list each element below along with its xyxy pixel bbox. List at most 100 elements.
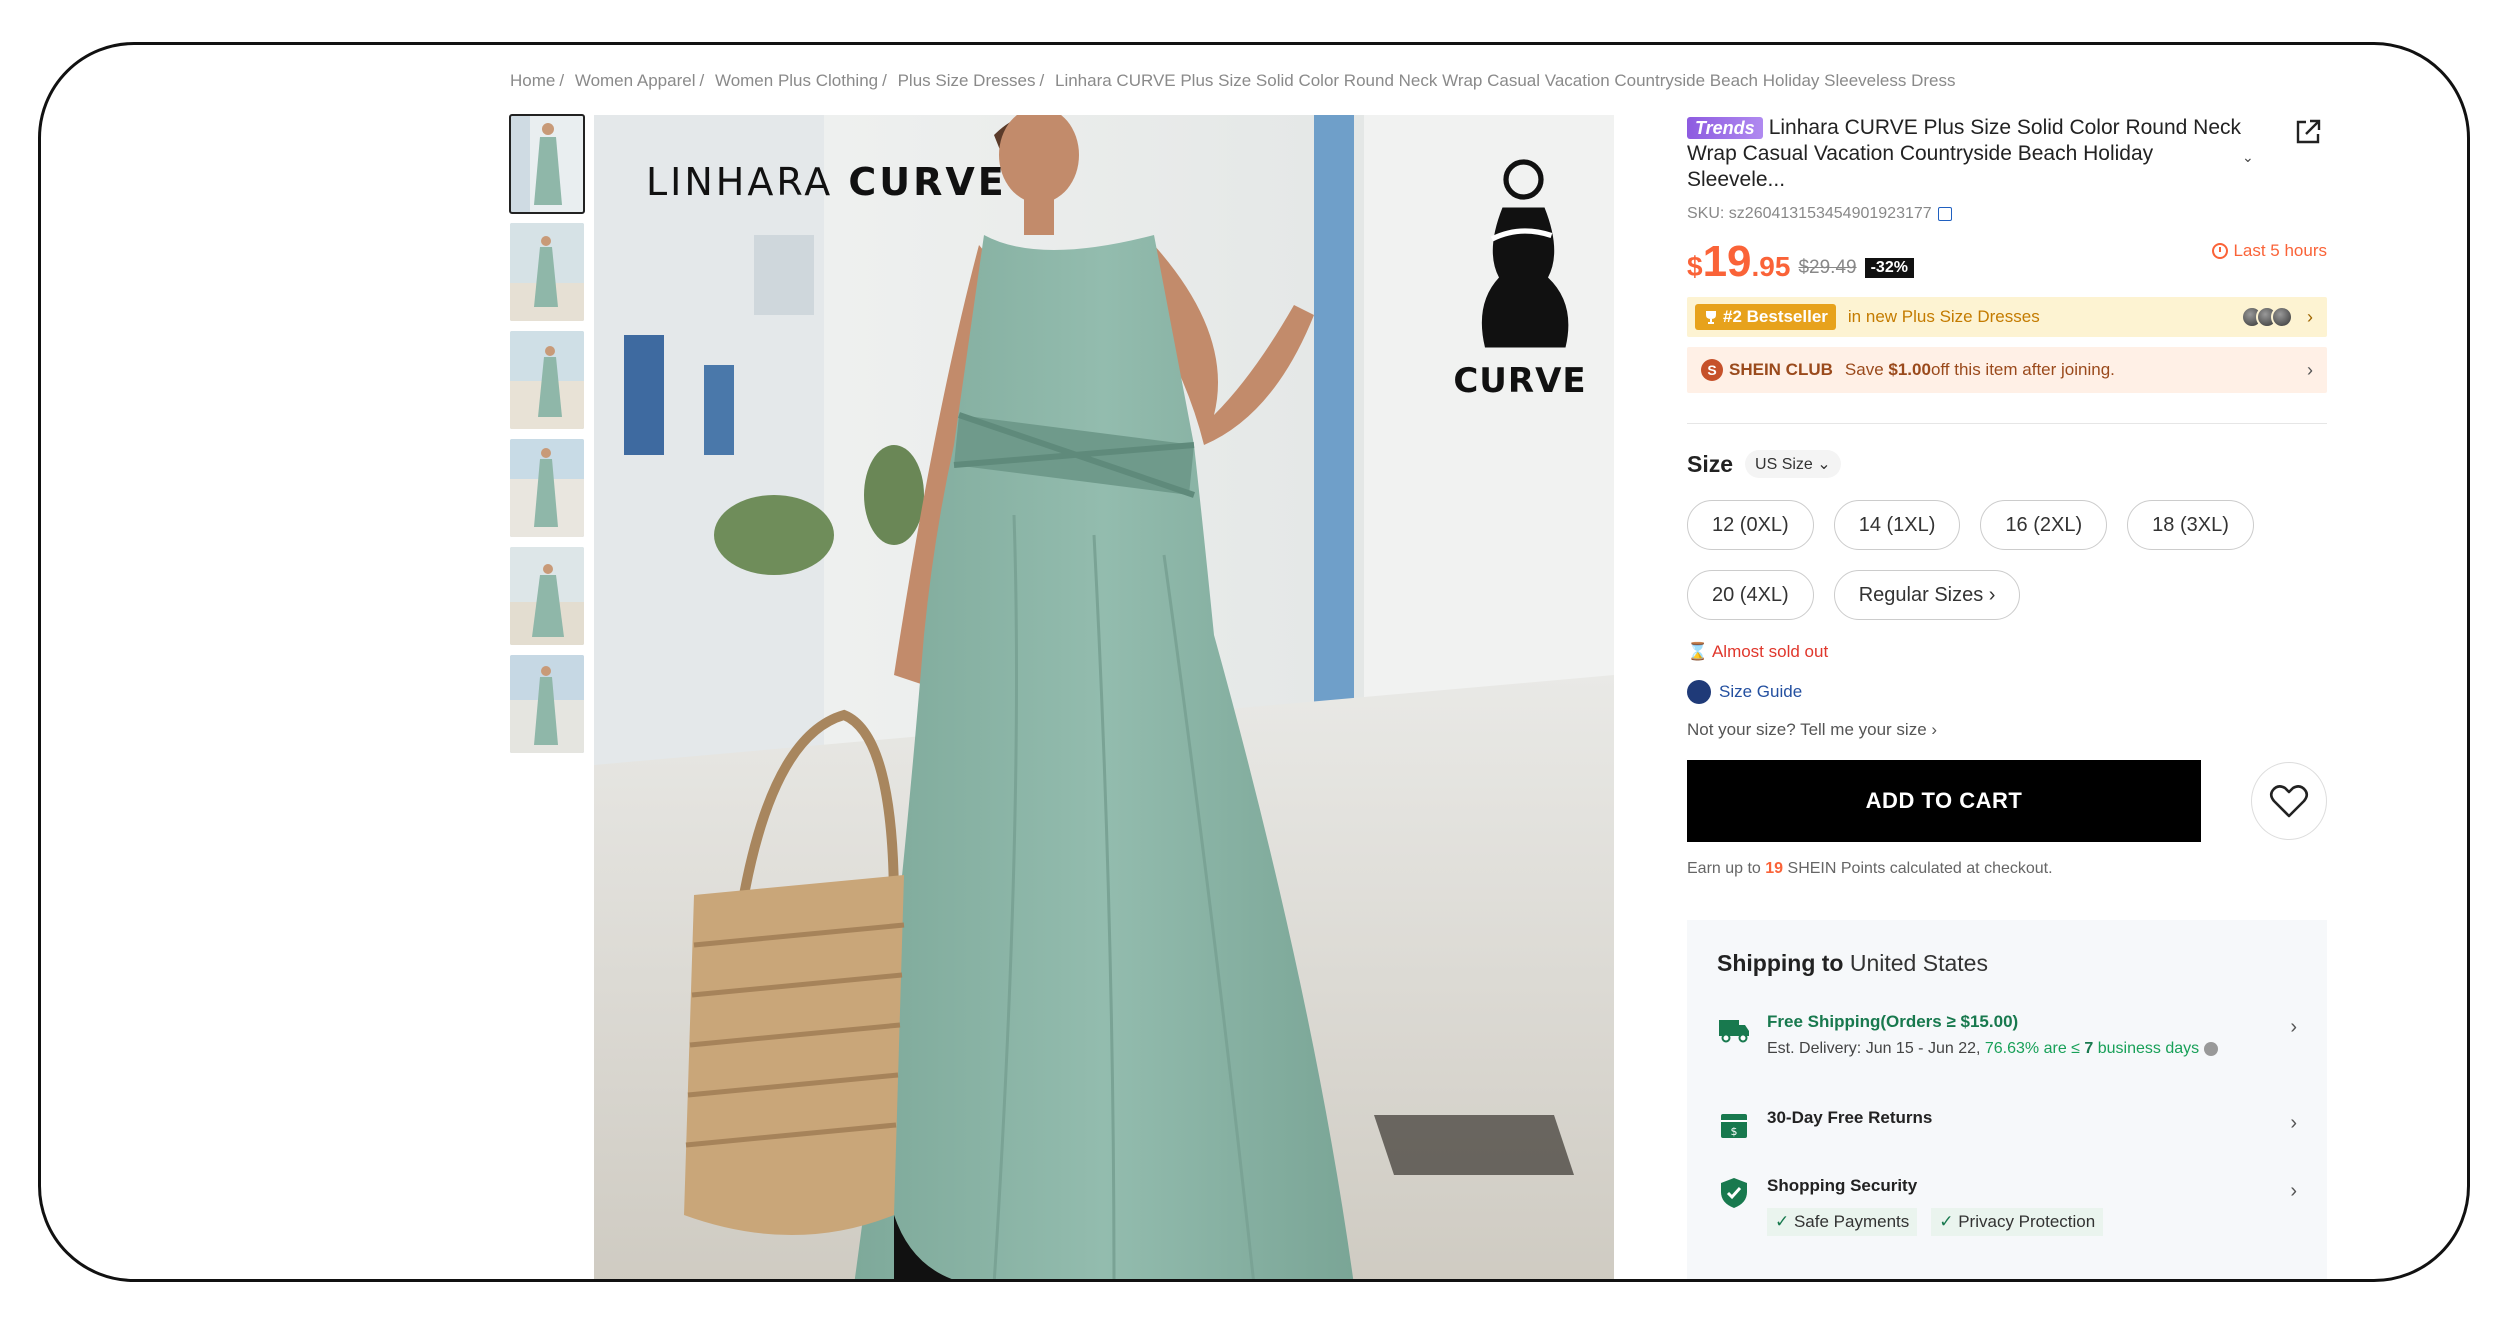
size-guide-icon xyxy=(1687,680,1711,704)
shopping-security-text: Shopping Security xyxy=(1767,1176,1918,1195)
returns-icon: $ xyxy=(1721,1114,1747,1138)
thumbnail-1[interactable] xyxy=(509,114,585,214)
size-guide-text: Size Guide xyxy=(1719,682,1803,701)
breadcrumb-home[interactable]: Home xyxy=(510,71,555,90)
curve-silhouette-icon xyxy=(1481,159,1569,348)
chevron-right-icon: › xyxy=(2307,359,2313,380)
thumbnail-2[interactable] xyxy=(510,223,584,321)
size-option-12[interactable]: 12 (0XL) xyxy=(1687,500,1814,550)
security-checks: Safe Payments Privacy Protection xyxy=(1767,1208,2104,1236)
shipping-title-bold: Shipping to xyxy=(1717,950,1844,976)
price-row: $19.95 $29.49 -32% Last 5 hours xyxy=(1687,237,2327,286)
chevron-right-icon: › xyxy=(2290,1180,2297,1202)
size-guide-link[interactable]: Size Guide xyxy=(1687,680,2327,704)
bestseller-banner[interactable]: #2 Bestseller in new Plus Size Dresses › xyxy=(1687,297,2327,337)
delivery-percent: 76.63% are ≤ xyxy=(1984,1040,2085,1057)
shopping-security-row[interactable]: Shopping Security Safe Payments Privacy … xyxy=(1717,1176,2297,1236)
expand-title-icon[interactable]: ⌄ xyxy=(2242,149,2254,166)
product-title: Trends Linhara CURVE Plus Size Solid Colo… xyxy=(1687,115,2257,193)
breadcrumb-women-apparel[interactable]: Women Apparel xyxy=(575,71,696,90)
size-options: 12 (0XL) 14 (1XL) 16 (2XL) 18 (3XL) 20 (… xyxy=(1687,500,2327,620)
product-title-row: Trends Linhara CURVE Plus Size Solid Colo… xyxy=(1687,115,2327,193)
breadcrumb-current: Linhara CURVE Plus Size Solid Color Roun… xyxy=(1054,71,1956,90)
trophy-icon xyxy=(1706,311,1716,324)
cart-row: ADD TO CART xyxy=(1687,760,2327,842)
browser-frame: Home / Women Apparel / Women Plus Clothing… xyxy=(38,42,2470,1282)
bestseller-category: in new Plus Size Dresses xyxy=(1847,307,2040,326)
size-option-16[interactable]: 16 (2XL) xyxy=(1980,500,2108,550)
thumbnail-5[interactable] xyxy=(510,547,584,645)
brand-name-bold: CURVE xyxy=(848,160,1007,204)
size-option-18[interactable]: 18 (3XL) xyxy=(2127,500,2254,550)
delivery-estimate: Est. Delivery: Jun 15 - Jun 22, 76.63% a… xyxy=(1767,1040,2218,1058)
brand-watermark: LINHARA CURVE xyxy=(646,160,1007,204)
points-note: Earn up to 19 SHEIN Points calculated at… xyxy=(1687,860,2327,878)
sku: SKU: sz2604131534549019231​77 xyxy=(1687,205,2327,223)
price-currency: $ xyxy=(1687,251,1703,282)
bestseller-tag: #2 Bestseller xyxy=(1695,304,1836,330)
free-shipping-row[interactable]: Free Shipping(Orders ≥ $15.00) Est. Deli… xyxy=(1717,1012,2297,1058)
points-value: 19 xyxy=(1765,860,1784,877)
shipping-country[interactable]: United States xyxy=(1850,950,1988,976)
divider xyxy=(1687,423,2327,424)
thumbnail-4[interactable] xyxy=(510,439,584,537)
wishlist-button[interactable] xyxy=(2251,762,2327,840)
thumbnail-6[interactable] xyxy=(510,655,584,753)
discount-badge: -32% xyxy=(1864,258,1914,278)
size-label: Size xyxy=(1687,450,1734,477)
breadcrumb-plus-dresses[interactable]: Plus Size Dresses xyxy=(898,71,1036,90)
thumbnail-3[interactable] xyxy=(510,331,584,429)
size-unit-select[interactable]: US Size ⌄ xyxy=(1745,450,1841,478)
safe-payments-badge: Safe Payments xyxy=(1767,1208,1918,1236)
breadcrumb-women-plus[interactable]: Women Plus Clothing xyxy=(715,71,878,90)
club-amount: $1.00 xyxy=(1888,360,1931,379)
heart-icon xyxy=(2269,785,2309,818)
breadcrumb-separator: / xyxy=(699,71,705,90)
add-to-cart-button[interactable]: ADD TO CART xyxy=(1687,760,2202,842)
points-text-pre: Earn up to xyxy=(1687,860,1766,877)
not-your-size-link[interactable]: Not your size? Tell me your size › xyxy=(1687,720,2327,740)
points-text-post: SHEIN Points calculated at checkout. xyxy=(1783,860,2053,877)
thumbnail-list xyxy=(509,114,585,763)
privacy-protection-badge: Privacy Protection xyxy=(1931,1208,2104,1236)
breadcrumb-separator: / xyxy=(1039,71,1045,90)
share-icon[interactable] xyxy=(2293,117,2323,147)
size-option-14[interactable]: 14 (1XL) xyxy=(1833,500,1961,550)
breadcrumb-separator: / xyxy=(882,71,887,90)
regular-sizes-button[interactable]: Regular Sizes › xyxy=(1833,570,2021,620)
stock-warning: ⌛ Almost sold out xyxy=(1687,642,1829,661)
original-price: $29.49 xyxy=(1798,257,1857,278)
shipping-box: Shipping to United States Free Shipping(… xyxy=(1687,920,2327,1279)
price-cents: .95 xyxy=(1751,251,1791,282)
shipping-title: Shipping to United States xyxy=(1717,950,2297,977)
svg-text:$: $ xyxy=(1731,1125,1738,1138)
free-returns-row[interactable]: $ 30-Day Free Returns › xyxy=(1717,1108,2297,1142)
buyer-avatars xyxy=(2241,306,2293,328)
chevron-right-icon: › xyxy=(2307,306,2313,327)
size-option-20[interactable]: 20 (4XL) xyxy=(1687,570,1814,620)
size-header: Size US Size ⌄ xyxy=(1687,450,2327,478)
bestseller-rank: #2 Bestseller xyxy=(1723,307,1828,326)
trends-badge[interactable]: Trends xyxy=(1687,117,1763,139)
breadcrumb-separator: / xyxy=(559,71,565,90)
copy-icon[interactable] xyxy=(1937,207,1952,221)
curve-logo: CURVE xyxy=(1450,155,1590,401)
shein-club-icon: S xyxy=(1701,359,1723,381)
free-returns-text: 30-Day Free Returns xyxy=(1767,1108,1933,1127)
logo-word: CURVE xyxy=(1453,361,1587,401)
club-text-post: off this item after joining. xyxy=(1930,360,2115,379)
sku-text: SKU: sz2604131534549019231​77 xyxy=(1687,205,1932,222)
title-line-1: Linhara CURVE Plus Size Solid Color Roun… xyxy=(1768,116,2242,139)
stock-warning-text: Almost sold out xyxy=(1711,642,1829,661)
brand-name-light: LINHARA xyxy=(646,160,834,204)
main-product-image[interactable]: LINHARA CURVE CURVE xyxy=(594,115,1614,1279)
delivery-days: 7 xyxy=(2084,1040,2094,1057)
title-line-2: Wrap Casual Vacation Countryside Beach H… xyxy=(1687,142,2154,191)
shein-club-banner[interactable]: S SHEIN CLUB Save $1.00 off this item af… xyxy=(1687,347,2327,393)
club-name: SHEIN CLUB xyxy=(1729,360,1833,379)
free-shipping-text: Free Shipping(Orders ≥ $15.00) xyxy=(1767,1012,2019,1031)
info-icon[interactable] xyxy=(2203,1041,2218,1056)
shield-icon xyxy=(1721,1178,1747,1208)
price-whole: 19 xyxy=(1702,237,1752,286)
countdown: Last 5 hours xyxy=(2212,241,2327,261)
